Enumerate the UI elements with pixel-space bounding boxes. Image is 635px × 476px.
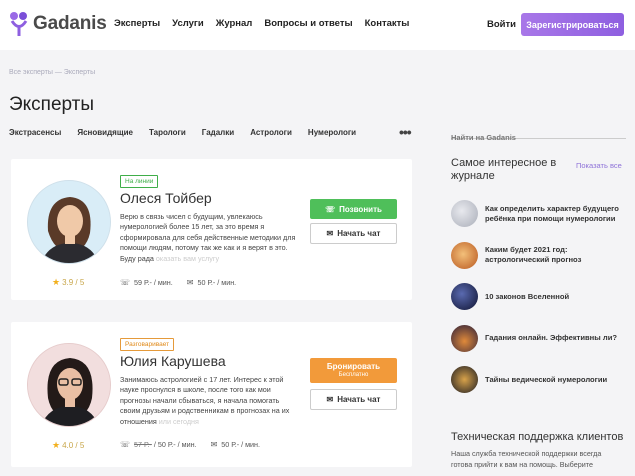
category-fortune-tellers[interactable]: Гадалки <box>202 128 234 137</box>
expert-name[interactable]: Олеся Тойбер <box>120 190 212 206</box>
category-numerologists[interactable]: Нумерологи <box>308 128 356 137</box>
article-thumbnail <box>451 366 478 394</box>
login-link[interactable]: Войти <box>487 19 516 30</box>
chat-price: ✉ 50 Р.- / мин. <box>210 440 261 449</box>
phone-icon: ☏ <box>120 440 131 449</box>
status-badge: Разговаривает <box>120 338 175 351</box>
expert-name[interactable]: Юлия Карушева <box>120 353 226 369</box>
article-list: Как определить характер будущего ребёнка… <box>451 193 631 401</box>
article-item[interactable]: Тайны ведической нумерологии <box>451 359 631 401</box>
phone-icon: ☏ <box>120 278 131 287</box>
nav-experts[interactable]: Эксперты <box>114 18 160 29</box>
nav-services[interactable]: Услуги <box>172 18 204 29</box>
price-row: ☏ 57 Р.- / 50 Р.- / мин. ✉ 50 Р.- / мин. <box>120 440 260 449</box>
expert-rating: ★ 4.0 / 5 <box>52 440 85 450</box>
search-input[interactable] <box>451 133 626 142</box>
article-item[interactable]: Гадания онлайн. Эффективны ли? <box>451 318 631 360</box>
chat-icon: ✉ <box>326 229 334 238</box>
chat-icon: ✉ <box>326 395 334 404</box>
article-item[interactable]: Как определить характер будущего ребёнка… <box>451 193 631 235</box>
chat-button[interactable]: ✉ Начать чат <box>310 389 397 410</box>
avatar-portrait <box>28 344 110 426</box>
site-header: Gadanis Эксперты Услуги Журнал Вопросы и… <box>0 0 635 50</box>
expert-bio: Занимаюсь астрологией с 17 лет. Интерес … <box>120 375 290 426</box>
chat-price: ✉ 50 Р.- / мин. <box>186 278 237 287</box>
article-thumbnail <box>451 324 478 352</box>
category-astrologers[interactable]: Астрологи <box>250 128 292 137</box>
register-button[interactable]: Зарегистрироваться <box>521 13 624 36</box>
show-all-link[interactable]: Показать все <box>576 161 622 170</box>
category-tabs: Экстрасенсы Ясновидящие Тарологи Гадалки… <box>9 128 372 137</box>
search-box <box>451 127 626 142</box>
support-text: Наша служба технической поддержки всегда… <box>451 449 602 469</box>
article-item[interactable]: 10 законов Вселенной <box>451 276 631 318</box>
breadcrumb: Все эксперты — Эксперты <box>9 69 95 76</box>
category-clairvoyants[interactable]: Ясновидящие <box>77 128 133 137</box>
price-row: ☏ 59 Р.- / мин. ✉ 50 Р.- / мин. <box>120 278 236 287</box>
page-title: Эксперты <box>9 94 95 115</box>
journal-title: Самое интересное в журнале <box>451 157 557 182</box>
breadcrumb-current: Эксперты <box>63 69 96 76</box>
chat-icon: ✉ <box>210 440 218 449</box>
star-icon: ★ <box>52 440 61 450</box>
category-psychics[interactable]: Экстрасенсы <box>9 128 61 137</box>
avatar-portrait <box>28 181 110 263</box>
expert-bio: Верю в связь чисел с будущим, увлекаюсь … <box>120 212 296 263</box>
star-icon: ★ <box>52 277 61 287</box>
voice-price: ☏ 59 Р.- / мин. <box>120 278 173 287</box>
logo-text: Gadanis <box>33 13 107 34</box>
support-title: Техническая поддержка клиентов <box>451 431 624 443</box>
breadcrumb-separator: — <box>54 69 62 76</box>
logo-icon <box>10 12 28 36</box>
article-thumbnail <box>451 283 478 311</box>
expert-card: ★ 3.9 / 5 На линии Олеся Тойбер Верю в св… <box>11 159 412 300</box>
nav-faq[interactable]: Вопросы и ответы <box>264 18 352 29</box>
chat-icon: ✉ <box>186 278 194 287</box>
expert-rating: ★ 3.9 / 5 <box>52 277 85 287</box>
article-thumbnail <box>451 241 478 269</box>
avatar[interactable] <box>27 180 111 264</box>
chat-button[interactable]: ✉ Начать чат <box>310 223 397 244</box>
article-item[interactable]: Каким будет 2021 год: астрологический пр… <box>451 235 631 277</box>
book-button[interactable]: Бронировать Бесплатно <box>310 358 397 383</box>
nav-journal[interactable]: Журнал <box>216 18 253 29</box>
voice-price: ☏ 57 Р.- / 50 Р.- / мин. <box>120 440 197 449</box>
status-badge: На линии <box>120 175 159 188</box>
more-categories-button[interactable]: ••• <box>399 124 412 140</box>
main-nav: Эксперты Услуги Журнал Вопросы и ответы … <box>114 18 421 29</box>
breadcrumb-home[interactable]: Все эксперты <box>9 69 53 76</box>
avatar[interactable] <box>27 343 111 427</box>
category-tarologists[interactable]: Тарологи <box>149 128 186 137</box>
expert-card: ★ 4.0 / 5 Разговаривает Юлия Карушева Зан… <box>11 322 412 467</box>
article-thumbnail <box>451 200 478 228</box>
nav-contacts[interactable]: Контакты <box>365 18 410 29</box>
phone-icon: ☏ <box>325 204 336 214</box>
call-button[interactable]: ☏ Позвонить <box>310 199 397 219</box>
logo[interactable]: Gadanis <box>9 10 107 38</box>
